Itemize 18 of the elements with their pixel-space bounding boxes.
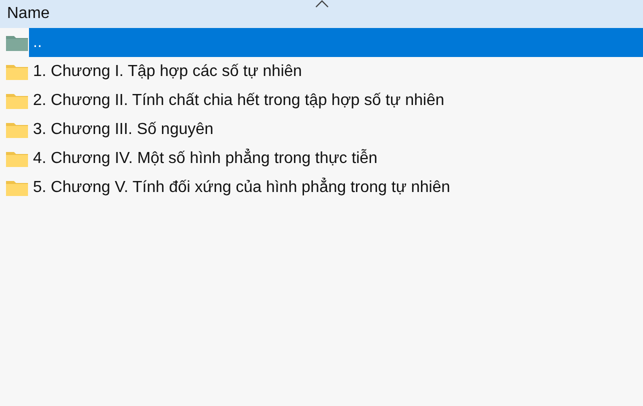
folder-name: 2. Chương II. Tính chất chia hết trong tập hợp số tự nhiên — [32, 90, 446, 110]
folder-icon — [5, 62, 29, 80]
folder-icon — [5, 34, 29, 52]
folder-name: 1. Chương I. Tập hợp các số tự nhiên — [32, 62, 303, 82]
folder-name: 3. Chương III. Số nguyên — [32, 120, 214, 140]
folder-icon — [5, 92, 29, 110]
folder-row[interactable]: 5. Chương V. Tính đối xứng của hình phẳng trong tự nhiên — [0, 173, 643, 202]
folder-icon — [5, 120, 29, 138]
folder-icon — [5, 178, 29, 196]
chevron-up-icon[interactable] — [315, 0, 329, 8]
folder-row[interactable]: 4. Chương IV. Một số hình phẳng trong thực tiễn — [0, 144, 643, 173]
folder-row[interactable]: 2. Chương II. Tính chất chia hết trong tập hợp số tự nhiên — [0, 86, 643, 115]
column-header[interactable]: Name — [0, 0, 643, 28]
folder-icon — [5, 150, 29, 168]
folder-name: 4. Chương IV. Một số hình phẳng trong thực tiễn — [32, 148, 378, 168]
folder-row[interactable]: 3. Chương III. Số nguyên — [0, 115, 643, 144]
folder-row[interactable]: 1. Chương I. Tập hợp các số tự nhiên — [0, 57, 643, 86]
folder-name: 5. Chương V. Tính đối xứng của hình phẳng trong tự nhiên — [32, 176, 452, 198]
